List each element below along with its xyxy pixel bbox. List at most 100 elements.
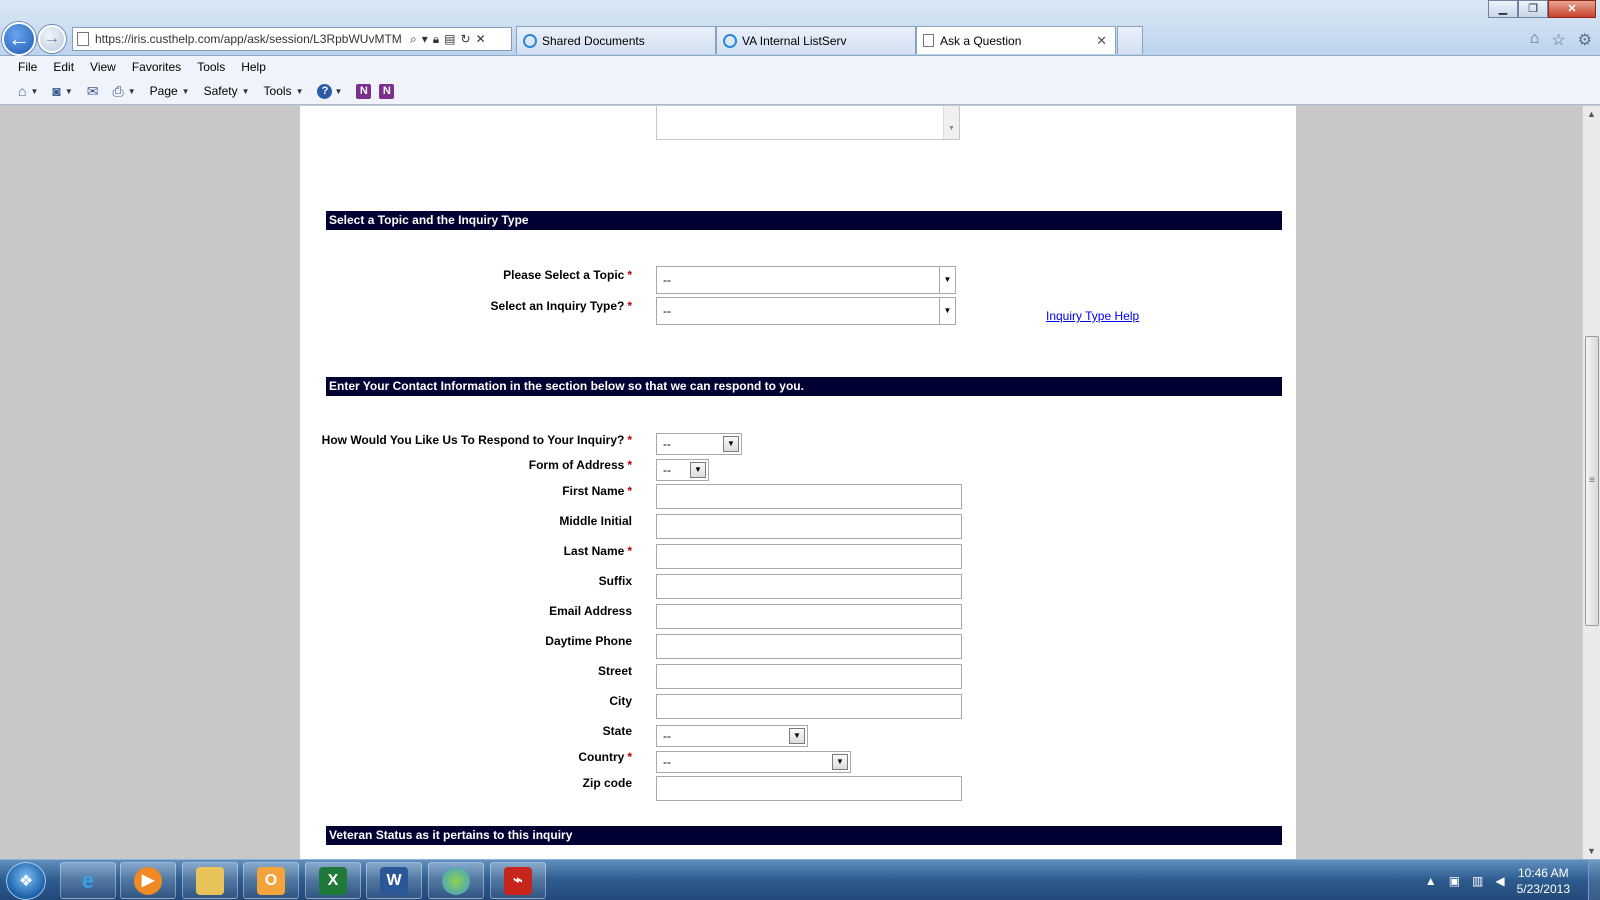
inquiry-type-help-link[interactable]: Inquiry Type Help — [1046, 309, 1139, 323]
search-icon[interactable]: ⌕ — [410, 32, 417, 47]
taskbar-lync[interactable] — [428, 862, 484, 899]
tab-label: VA Internal ListServ — [742, 33, 847, 48]
lock-icon[interactable]: 🔒︎ — [433, 32, 439, 47]
chevron-down-icon[interactable]: ▼ — [939, 298, 955, 324]
adobe-reader-icon: ⌁ — [504, 866, 532, 895]
safety-menu-button[interactable]: Safety — [204, 84, 238, 98]
back-button[interactable]: ← — [2, 22, 36, 56]
first-name-label: First Name * — [562, 484, 632, 498]
page-menu-button[interactable]: Page — [150, 84, 178, 98]
minimize-button[interactable]: ▁ — [1488, 0, 1518, 18]
scroll-down-icon[interactable]: ▼ — [1587, 846, 1596, 856]
print-icon[interactable]: ⎙ — [113, 83, 124, 100]
system-clock[interactable]: 10:46 AM 5/23/2013 — [1517, 865, 1570, 897]
feed-dropdown-icon[interactable]: ▼ — [65, 87, 73, 96]
tools-dropdown-icon[interactable]: ▼ — [296, 87, 304, 96]
clock-time: 10:46 AM — [1517, 865, 1569, 880]
first-name-input[interactable] — [656, 484, 962, 509]
page-icon — [77, 32, 89, 46]
daytime-phone-input[interactable] — [656, 634, 962, 659]
tools-menu-button[interactable]: Tools — [264, 84, 292, 98]
tab-ask-a-question[interactable]: Ask a Question ✕ — [916, 26, 1116, 54]
zip-code-input[interactable] — [656, 776, 962, 801]
chevron-down-icon[interactable]: ▼ — [723, 436, 739, 452]
home-icon[interactable]: ⌂ — [18, 83, 26, 99]
taskbar-excel[interactable]: X — [305, 862, 361, 899]
refresh-icon[interactable]: ↻ — [461, 32, 471, 46]
email-label: Email Address — [549, 604, 632, 618]
state-select[interactable]: -- ▼ — [656, 725, 808, 747]
chevron-down-icon[interactable]: ▼ — [832, 754, 848, 770]
country-select[interactable]: -- ▼ — [656, 751, 851, 773]
dropdown-arrow-icon[interactable]: ▾ — [422, 32, 428, 46]
close-tab-icon[interactable]: ✕ — [1096, 33, 1107, 49]
page-icon — [923, 34, 934, 47]
volume-icon[interactable]: ◀ — [1495, 874, 1504, 888]
page-scrollbar[interactable]: ▲ ≡ ▼ — [1582, 106, 1600, 859]
street-input[interactable] — [656, 664, 962, 689]
compatibility-view-icon[interactable]: ▤ — [444, 32, 455, 46]
taskbar-windows-explorer[interactable] — [182, 862, 238, 899]
section-header-veteran: Veteran Status as it pertains to this in… — [326, 826, 1282, 845]
close-window-button[interactable]: ✕ — [1548, 0, 1596, 18]
taskbar-word[interactable]: W — [366, 862, 422, 899]
onenote-icon[interactable]: N — [356, 83, 372, 99]
email-input[interactable] — [656, 604, 962, 629]
zip-code-label: Zip code — [582, 776, 632, 790]
inquiry-type-select[interactable]: -- ▼ — [656, 297, 956, 325]
menu-file[interactable]: File — [18, 60, 37, 74]
home-icon[interactable]: ⌂ — [1530, 30, 1540, 50]
scroll-up-icon[interactable]: ▲ — [1587, 109, 1596, 119]
form-of-address-select[interactable]: -- ▼ — [656, 459, 709, 481]
last-name-input[interactable] — [656, 544, 962, 569]
print-dropdown-icon[interactable]: ▼ — [128, 87, 136, 96]
taskbar-internet-explorer[interactable]: e — [60, 862, 116, 899]
taskbar-adobe-reader[interactable]: ⌁ — [490, 862, 546, 899]
stop-icon[interactable]: ✕ — [476, 32, 486, 46]
question-textarea[interactable]: ▼ — [656, 106, 960, 140]
street-label: Street — [597, 664, 632, 678]
respond-method-select[interactable]: -- ▼ — [656, 433, 742, 455]
menu-help[interactable]: Help — [241, 60, 266, 74]
taskbar-outlook[interactable]: O — [243, 862, 299, 899]
new-tab-button[interactable] — [1117, 26, 1143, 54]
mail-icon[interactable]: ✉ — [87, 83, 99, 100]
show-desktop-button[interactable] — [1588, 860, 1600, 900]
tab-va-internal-listserv[interactable]: VA Internal ListServ — [716, 26, 916, 54]
address-bar[interactable]: https://iris.custhelp.com/app/ask/sessio… — [72, 27, 512, 51]
menu-favorites[interactable]: Favorites — [132, 60, 181, 74]
help-dropdown-icon[interactable]: ▼ — [334, 87, 342, 96]
chevron-down-icon[interactable]: ▼ — [789, 728, 805, 744]
middle-initial-input[interactable] — [656, 514, 962, 539]
page-dropdown-icon[interactable]: ▼ — [182, 87, 190, 96]
topic-select[interactable]: -- ▼ — [656, 266, 956, 294]
start-button[interactable]: ❖ — [6, 862, 46, 900]
device-icon[interactable]: ▣ — [1449, 874, 1460, 888]
menu-view[interactable]: View — [90, 60, 116, 74]
suffix-input[interactable] — [656, 574, 962, 599]
favorites-star-icon[interactable]: ☆ — [1551, 30, 1565, 50]
arrow-right-icon: → — [44, 30, 60, 47]
network-icon[interactable]: ▥ — [1472, 874, 1483, 888]
gear-icon[interactable]: ⚙ — [1578, 30, 1592, 50]
address-url[interactable]: https://iris.custhelp.com/app/ask/sessio… — [95, 32, 405, 46]
city-input[interactable] — [656, 694, 962, 719]
restore-button[interactable]: ❐ — [1518, 0, 1548, 18]
chevron-down-icon[interactable]: ▼ — [939, 267, 955, 293]
forward-button[interactable]: → — [38, 25, 66, 53]
home-dropdown-icon[interactable]: ▼ — [30, 87, 38, 96]
taskbar-media-player[interactable]: ▶ — [120, 862, 176, 899]
textarea-scrollbar[interactable]: ▼ — [943, 106, 959, 139]
safety-dropdown-icon[interactable]: ▼ — [242, 87, 250, 96]
chevron-down-icon[interactable]: ▼ — [690, 462, 706, 478]
excel-icon: X — [319, 866, 347, 895]
help-icon[interactable]: ? — [317, 83, 333, 99]
menu-tools[interactable]: Tools — [197, 60, 225, 74]
scrollbar-thumb[interactable]: ≡ — [1585, 336, 1599, 626]
menu-edit[interactable]: Edit — [53, 60, 74, 74]
show-hidden-icons-arrow[interactable]: ▲ — [1425, 874, 1437, 888]
outlook-icon: O — [257, 866, 285, 895]
tab-shared-documents[interactable]: Shared Documents — [516, 26, 716, 54]
onenote-linked-icon[interactable]: N — [379, 83, 395, 99]
rss-feed-icon[interactable]: ◙ — [52, 83, 60, 99]
